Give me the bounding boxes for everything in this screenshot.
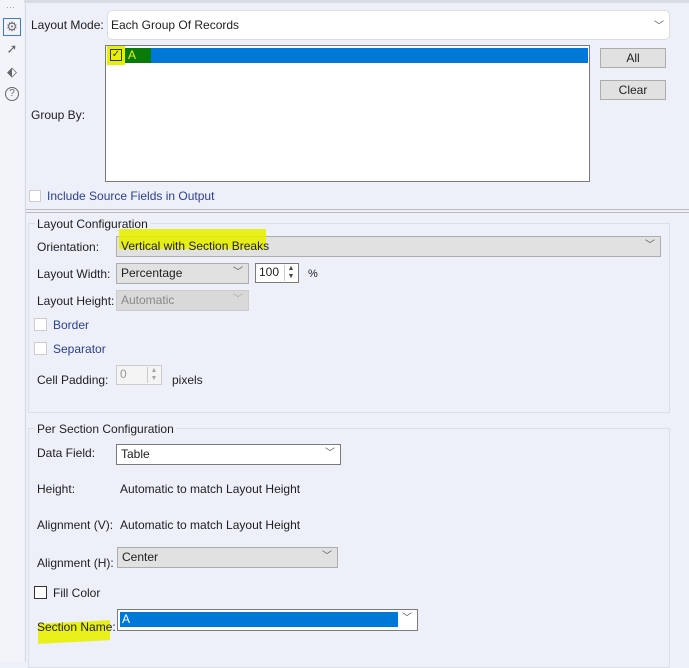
- cell-padding-value: 0: [120, 367, 127, 381]
- percent-unit: %: [308, 268, 318, 280]
- fill-color-checkbox[interactable]: [34, 586, 47, 599]
- layout-width-amount: 100: [259, 265, 280, 279]
- chevron-down-icon: ﹀: [233, 267, 243, 278]
- include-source-label: Include Source Fields in Output: [47, 189, 215, 203]
- data-field-label: Data Field:: [37, 446, 96, 460]
- section-config-title: Per Section Configuration: [35, 422, 176, 436]
- layout-height-dropdown: Automatic ﹀: [116, 290, 249, 311]
- section-name-dropdown[interactable]: A ﹀: [117, 609, 418, 631]
- chevron-down-icon: ﹀: [645, 240, 655, 251]
- export-icon[interactable]: ➚: [4, 41, 20, 57]
- data-field-dropdown[interactable]: Table ﹀: [116, 444, 341, 465]
- checkbox-checked[interactable]: ✓: [110, 49, 122, 61]
- panel-border: [25, 4, 26, 662]
- orientation-value: Vertical with Section Breaks: [121, 239, 270, 253]
- list-item[interactable]: ✓ A: [107, 46, 588, 65]
- orientation-dropdown[interactable]: Vertical with Section Breaks ﹀: [116, 229, 661, 257]
- clear-button[interactable]: Clear: [600, 80, 666, 100]
- divider: [26, 209, 689, 213]
- chevron-down-icon: ﹀: [233, 294, 243, 305]
- cell-padding-label: Cell Padding:: [37, 373, 109, 387]
- section-name-value[interactable]: A: [120, 612, 398, 627]
- separator-label: Separator: [53, 342, 106, 356]
- top-border: [0, 0, 689, 3]
- border-label: Border: [53, 318, 90, 332]
- alignment-h-dropdown[interactable]: Center ﹀: [117, 547, 338, 568]
- layout-mode-dropdown[interactable]: Each Group Of Records ﹀: [107, 10, 670, 40]
- layout-mode-value: Each Group Of Records: [111, 18, 240, 32]
- list-item-label: A: [125, 48, 151, 63]
- group-by-list[interactable]: ✓ A: [105, 45, 590, 182]
- layout-width-label: Layout Width:: [37, 267, 111, 281]
- sidebar: ··· ⚙ ➚ ⬖ ?: [0, 0, 24, 662]
- alignment-v-value: Automatic to match Layout Height: [120, 518, 301, 532]
- separator-checkbox[interactable]: [34, 342, 47, 355]
- layout-width-dropdown[interactable]: Percentage ﹀: [116, 263, 249, 284]
- layout-height-value: Automatic: [121, 293, 175, 307]
- layout-height-label: Layout Height:: [37, 294, 115, 308]
- spinner-arrows-icon: ▲ ▼: [147, 367, 160, 383]
- alignment-h-value: Center: [122, 550, 159, 564]
- layout-width-spinner[interactable]: 100 ▲ ▼: [255, 263, 299, 283]
- section-name-label: Section Name:: [37, 620, 116, 634]
- spinner-arrows-icon[interactable]: ▲ ▼: [284, 265, 297, 281]
- cell-padding-spinner: 0 ▲ ▼: [116, 365, 162, 385]
- height-label: Height:: [37, 482, 76, 496]
- help-icon[interactable]: ?: [5, 87, 19, 101]
- layout-mode-label: Layout Mode:: [31, 18, 104, 32]
- height-value: Automatic to match Layout Height: [120, 482, 301, 496]
- pixels-unit: pixels: [172, 373, 203, 387]
- fill-color-label: Fill Color: [53, 586, 101, 600]
- group-by-label: Group By:: [31, 108, 86, 122]
- alignment-h-label: Alignment (H):: [37, 556, 114, 570]
- layout-width-value: Percentage: [121, 266, 183, 280]
- orientation-label: Orientation:: [37, 240, 100, 254]
- data-field-value: Table: [121, 447, 150, 461]
- gear-icon[interactable]: ⚙: [3, 18, 21, 36]
- include-source-checkbox[interactable]: [29, 190, 41, 202]
- all-button[interactable]: All: [600, 48, 666, 68]
- chevron-down-icon: ﹀: [654, 21, 664, 32]
- drag-handle[interactable]: ···: [6, 2, 15, 12]
- alignment-v-label: Alignment (V):: [37, 518, 114, 532]
- border-checkbox[interactable]: [34, 318, 47, 331]
- chevron-down-icon: ﹀: [325, 448, 335, 459]
- chevron-down-icon: ﹀: [402, 613, 412, 624]
- chevron-down-icon: ﹀: [322, 551, 332, 562]
- tag-icon[interactable]: ⬖: [4, 64, 20, 80]
